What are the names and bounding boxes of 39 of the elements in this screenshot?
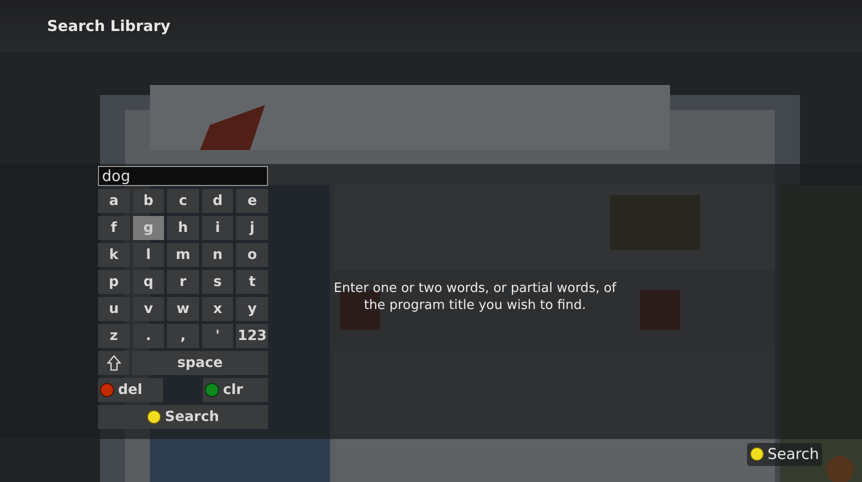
keyboard-key[interactable]: k xyxy=(98,243,130,267)
space-key[interactable]: space xyxy=(132,351,268,375)
keyboard-key[interactable]: i xyxy=(202,216,234,240)
keyboard-key[interactable]: d xyxy=(202,189,234,213)
keyboard-key[interactable]: q xyxy=(132,270,164,294)
keyboard-key[interactable]: l xyxy=(132,243,164,267)
keyboard-key[interactable]: a xyxy=(98,189,130,213)
search-field[interactable]: dog xyxy=(98,166,268,186)
keyboard-key[interactable]: , xyxy=(167,324,199,348)
keyboard-key[interactable]: 123 xyxy=(236,324,268,348)
shift-arrow-icon xyxy=(106,355,120,371)
keyboard-key[interactable]: y xyxy=(236,297,268,321)
keyboard-key[interactable]: p xyxy=(98,270,130,294)
keyboard-key[interactable]: f xyxy=(98,216,130,240)
keyboard-key[interactable]: w xyxy=(167,297,199,321)
keyboard-key[interactable]: . xyxy=(132,324,164,348)
keyboard-key[interactable]: j xyxy=(236,216,268,240)
keyboard-key[interactable]: e xyxy=(236,189,268,213)
search-key[interactable]: Search xyxy=(98,405,268,429)
keyboard-key[interactable]: s xyxy=(202,270,234,294)
keyboard-key[interactable]: z xyxy=(98,324,130,348)
keyboard-key[interactable]: ' xyxy=(202,324,234,348)
search-button[interactable]: Search xyxy=(747,443,822,466)
keyboard-key[interactable]: u xyxy=(98,297,130,321)
keyboard-key[interactable]: del xyxy=(98,378,163,402)
keyboard-key[interactable]: clr xyxy=(203,378,268,402)
keyboard-key[interactable]: r xyxy=(167,270,199,294)
instruction-text: Enter one or two words, or partial words, of the program title you wish to find. xyxy=(332,280,618,314)
keyboard-key[interactable]: o xyxy=(236,243,268,267)
keyboard-key[interactable]: h xyxy=(167,216,199,240)
keyboard-key[interactable]: n xyxy=(202,243,234,267)
keyboard-key[interactable]: t xyxy=(236,270,268,294)
keyboard-key[interactable]: v xyxy=(132,297,164,321)
keyboard-key[interactable]: c xyxy=(167,189,199,213)
screen-title: Search Library xyxy=(47,16,170,37)
keyboard-key[interactable]: x xyxy=(202,297,234,321)
keyboard-key[interactable]: b xyxy=(132,189,164,213)
keyboard-key[interactable]: m xyxy=(167,243,199,267)
shift-key[interactable] xyxy=(98,351,129,375)
